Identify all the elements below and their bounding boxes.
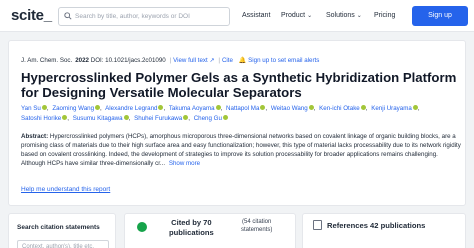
bell-icon: 🔔 <box>238 57 247 64</box>
citation-statements-count: (54 citation statements) <box>241 218 272 234</box>
author-link[interactable]: Kenji Urayama <box>371 105 418 112</box>
citation-search-panel: Search citation statements Context, auth… <box>8 213 116 248</box>
author-name: Kenji Urayama <box>371 105 412 112</box>
nav-product-label: Product <box>281 12 306 19</box>
author-name: Nattapol Ma <box>226 105 260 112</box>
author-separator: , <box>100 105 102 112</box>
author-name: Yan Su <box>21 105 41 112</box>
author-link[interactable]: Weitao Wang <box>271 105 314 112</box>
publication-year: 2022 <box>75 57 89 64</box>
author-separator: , <box>220 105 223 112</box>
author-name: Susumu Kitagawa <box>72 115 123 122</box>
top-navbar: scite_ Assistant Product⌄ Solutions⌄ Pri… <box>0 0 474 32</box>
author-name: Alexandre Legrand <box>105 105 158 112</box>
nav-solutions-label: Solutions <box>326 12 355 19</box>
citation-search-title: Search citation statements <box>17 224 100 231</box>
search-box[interactable] <box>58 7 230 26</box>
scite-logo[interactable]: scite_ <box>11 7 52 24</box>
cited-by-count: Cited by 70 publications <box>169 218 214 238</box>
separator: | <box>218 57 220 64</box>
nav-solutions-menu[interactable]: Solutions ⌄ <box>326 12 362 19</box>
author-separator: , <box>163 105 166 112</box>
journal-name: J. Am. Chem. Soc. <box>21 57 73 64</box>
author-link[interactable]: Alexandre Legrand <box>105 105 164 112</box>
orcid-icon <box>215 105 221 110</box>
nav-pricing-label: Pricing <box>374 12 396 19</box>
external-link-icon: ↗ <box>209 57 215 64</box>
references-tab[interactable]: References 42 publications <box>302 213 466 248</box>
chevron-down-icon: ⌄ <box>356 13 362 19</box>
abstract-text: Hypercrosslinked polymers (HCPs), amorph… <box>21 133 461 167</box>
author-name: Takuma Aoyama <box>168 105 215 112</box>
nav-product-menu[interactable]: Product ⌄ <box>281 12 312 19</box>
orcid-icon <box>222 115 228 120</box>
author-link[interactable]: Cheng Gu <box>194 115 228 122</box>
cited-by-line1: Cited by 70 <box>171 218 212 227</box>
paper-title: Hypercrosslinked Polymer Gels as a Synth… <box>21 70 457 100</box>
author-separator: , <box>417 105 420 112</box>
author-separator: , <box>46 105 49 112</box>
author-separator: , <box>67 115 69 122</box>
document-icon <box>313 220 322 230</box>
author-name: Cheng Gu <box>193 115 222 122</box>
author-name: Shuhei Furukawa <box>134 115 183 122</box>
citation-search-input[interactable]: Context, author(s), title etc. <box>17 240 109 248</box>
author-link[interactable]: Takuma Aoyama <box>169 105 221 112</box>
references-count: References 42 publications <box>327 221 426 230</box>
email-alert-link[interactable]: Sign up to set email alerts <box>248 57 319 64</box>
citation-icon <box>137 222 147 232</box>
nav-pricing-link[interactable]: Pricing <box>374 12 395 19</box>
abstract: Abstract: Hypercrosslinked polymers (HCP… <box>21 132 461 168</box>
nav-assistant-label: Assistant <box>242 12 271 19</box>
author-link[interactable]: Nattapol Ma <box>226 105 266 112</box>
author-separator: , <box>313 105 316 112</box>
paper-card: J. Am. Chem. Soc. 2022 DOI: 10.1021/jacs.… <box>8 40 466 206</box>
cite-link[interactable]: Cite <box>222 57 233 64</box>
author-name: Satoshi Horike <box>21 115 62 122</box>
view-full-text-link[interactable]: View full text ↗ <box>173 57 215 64</box>
statements-line1: (54 citation <box>242 219 272 225</box>
statements-line2: statements) <box>241 227 273 233</box>
orcid-icon <box>308 105 314 110</box>
author-separator: , <box>128 115 131 122</box>
author-link[interactable]: Susumu Kitagawa <box>73 115 129 122</box>
separator: | <box>169 57 172 64</box>
author-name: Zaoming Wang <box>52 105 95 112</box>
author-link[interactable]: Shuhei Furukawa <box>134 115 189 122</box>
view-full-text-label: View full text <box>173 57 208 64</box>
show-more-link[interactable]: Show more <box>169 160 200 167</box>
cited-by-tab[interactable]: Cited by 70 publications (54 citation st… <box>124 213 296 248</box>
search-icon <box>64 12 72 20</box>
nav-assistant-link[interactable]: Assistant <box>242 12 270 19</box>
author-separator: , <box>188 115 190 122</box>
author-name: Ken-ichi Otake <box>319 105 360 112</box>
chevron-down-icon: ⌄ <box>307 13 313 19</box>
author-name: Weitao Wang <box>270 105 308 112</box>
orcid-icon <box>360 105 366 110</box>
author-link[interactable]: Yan Su <box>21 105 47 112</box>
author-link[interactable]: Zaoming Wang <box>52 105 101 112</box>
author-separator: , <box>365 105 368 112</box>
orcid-icon <box>123 115 129 120</box>
author-list: Yan Su, Zaoming Wang, Alexandre Legrand,… <box>21 104 461 124</box>
author-link[interactable]: Ken-ichi Otake <box>319 105 366 112</box>
paper-meta: J. Am. Chem. Soc. 2022 DOI: 10.1021/jacs.… <box>21 56 319 64</box>
abstract-label: Abstract: <box>21 133 49 140</box>
help-understand-link[interactable]: Help me understand this report <box>21 186 110 193</box>
author-link[interactable]: Satoshi Horike <box>21 115 68 122</box>
cited-by-line2: publications <box>169 228 214 237</box>
signup-button[interactable]: Sign up <box>412 6 468 26</box>
author-separator: , <box>265 105 268 112</box>
doi-text: DOI: 10.1021/jacs.2c01090 <box>90 57 166 64</box>
search-input[interactable] <box>75 9 225 24</box>
